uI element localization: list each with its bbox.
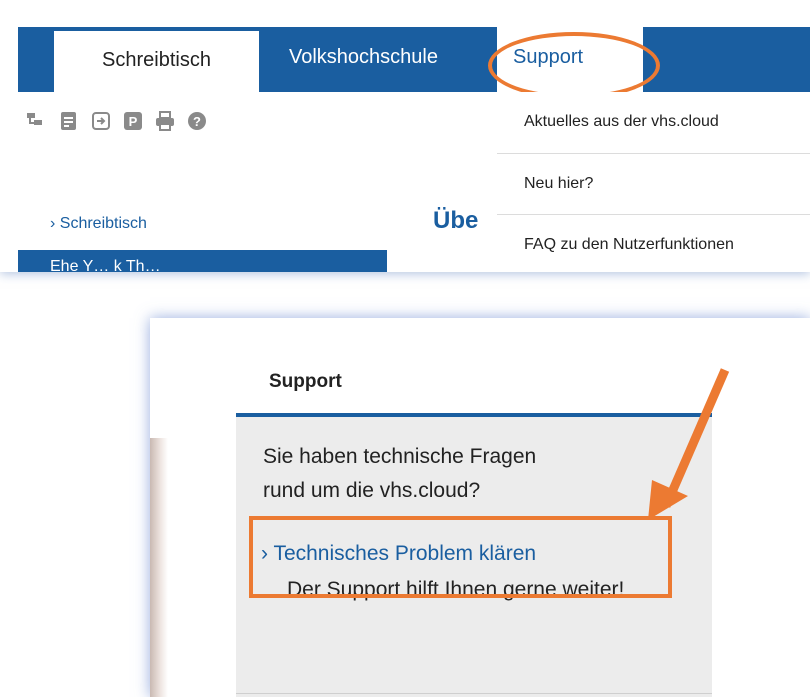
orange-arrow-icon bbox=[648, 368, 730, 520]
